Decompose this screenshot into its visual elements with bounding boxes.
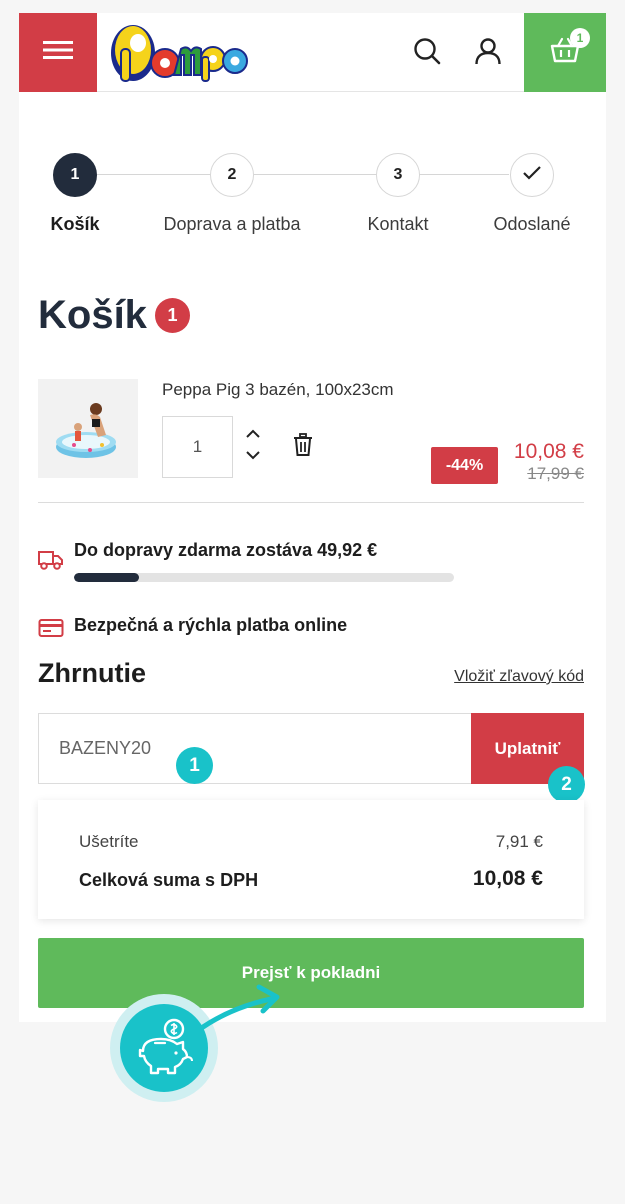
product-old-price: 17,99 € <box>527 464 584 483</box>
checkout-steps: 1 Košík 2 Doprava a platba 3 Kontakt Odo… <box>19 153 606 253</box>
hamburger-icon <box>43 40 73 65</box>
quantity-increase-button[interactable] <box>241 425 265 443</box>
quantity-input[interactable]: 1 <box>162 416 233 478</box>
savings-value: 7,91 € <box>495 832 543 851</box>
chevron-down-icon <box>246 447 260 465</box>
remove-item-button[interactable] <box>290 432 316 462</box>
order-totals: Ušetríte 7,91 € Celková suma s DPH 10,08… <box>38 800 584 919</box>
cart-button[interactable]: 1 <box>524 13 606 92</box>
product-name[interactable]: Peppa Pig 3 bazén, 100x23cm <box>162 380 394 400</box>
chevron-up-icon <box>246 425 260 443</box>
free-shipping-text: Do dopravy zdarma zostáva 49,92 € <box>74 540 378 560</box>
step-label: Odoslané <box>493 214 571 234</box>
menu-button[interactable] <box>19 13 97 92</box>
checkmark-icon <box>523 165 541 185</box>
search-icon <box>413 37 441 70</box>
discount-badge: -44% <box>431 447 498 484</box>
savings-label: Ušetríte <box>79 832 139 851</box>
account-button[interactable] <box>470 35 506 71</box>
secure-payment-text: Bezpečná a rýchla platba online <box>74 615 348 635</box>
trash-icon <box>293 432 313 462</box>
cart-count-badge: 1 <box>155 298 190 333</box>
search-button[interactable] <box>409 35 445 71</box>
step-label: Košík <box>50 214 100 234</box>
step-marker: 2 <box>548 766 585 803</box>
divider <box>38 502 584 503</box>
step-marker: 1 <box>176 747 213 784</box>
product-image[interactable] <box>38 379 138 478</box>
free-shipping-progress <box>74 573 454 582</box>
user-icon <box>474 37 502 70</box>
product-price: 10,08 € <box>513 440 584 463</box>
cart-count-badge: 1 <box>570 28 590 48</box>
arrow-icon <box>200 984 280 1030</box>
quantity-decrease-button[interactable] <box>241 447 265 465</box>
step-shipping-payment[interactable]: 2 Doprava a platba <box>162 153 302 235</box>
total-value: 10,08 € <box>472 867 543 890</box>
total-label: Celková suma s DPH <box>79 870 259 890</box>
coupon-input[interactable]: BAZENY20 <box>38 713 472 784</box>
secure-payment-info: Bezpečná a rýchla platba online <box>38 615 584 643</box>
page-title: Košík <box>38 293 147 337</box>
step-label: Kontakt <box>367 214 429 234</box>
step-contact[interactable]: 3 Kontakt <box>328 153 468 235</box>
step-number: 2 <box>210 153 254 197</box>
enter-coupon-link[interactable]: Vložiť zľavový kód <box>454 668 584 686</box>
free-shipping-info: Do dopravy zdarma zostáva 49,92 € <box>38 540 584 570</box>
progress-fill <box>74 573 139 582</box>
credit-card-icon <box>38 617 64 639</box>
step-label: Doprava a platba <box>163 214 301 234</box>
header: 1 <box>19 13 606 92</box>
step-done <box>510 153 554 197</box>
step-sent: Odoslané <box>462 153 602 235</box>
truck-icon <box>38 549 64 571</box>
step-number: 1 <box>53 153 97 197</box>
step-number: 3 <box>376 153 420 197</box>
summary-title: Zhrnutie <box>38 658 146 688</box>
pompo-logo[interactable] <box>109 19 249 87</box>
page: 1 1 Košík 2 Doprava a platba 3 Kontakt O… <box>19 13 606 1022</box>
step-cart[interactable]: 1 Košík <box>5 153 145 235</box>
checkout-button[interactable]: Prejsť k pokladni <box>38 938 584 1008</box>
